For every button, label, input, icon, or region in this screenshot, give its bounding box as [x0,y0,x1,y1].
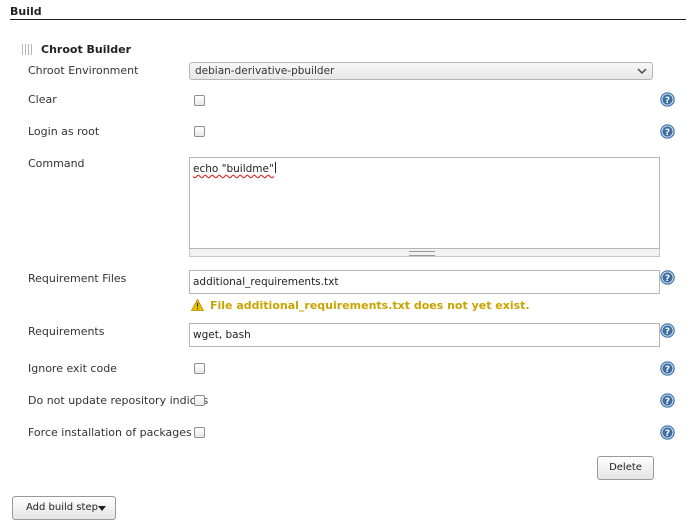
help-icon[interactable]: ? [660,124,675,139]
no-update-indices-checkbox[interactable] [194,395,205,406]
add-build-step-label: Add build step [26,502,98,513]
textarea-resize-handle[interactable] [189,249,660,257]
delete-button[interactable]: Delete [597,456,654,480]
text-caret [274,162,276,173]
ignore-exit-code-label: Ignore exit code [28,362,117,375]
svg-text:?: ? [665,429,670,439]
help-icon[interactable]: ? [660,270,675,285]
dropdown-triangle-icon [98,506,106,511]
warning-icon [191,299,204,311]
requirements-label: Requirements [28,325,105,338]
add-build-step-button[interactable]: Add build step [12,496,116,520]
warning-text: File additional_requirements.txt does no… [210,299,530,312]
help-icon[interactable]: ? [660,92,675,107]
login-as-root-label: Login as root [28,125,100,138]
clear-label: Clear [28,93,57,106]
svg-text:?: ? [665,327,670,337]
chroot-environment-label: Chroot Environment [28,64,139,77]
requirement-files-input[interactable]: additional_requirements.txt [189,270,660,294]
drag-handle-icon[interactable] [22,44,33,55]
builder-title: Chroot Builder [41,43,132,56]
chroot-environment-value: debian-derivative-pbuilder [195,65,335,77]
help-icon[interactable]: ? [660,361,675,376]
requirements-input[interactable]: wget, bash [189,323,660,347]
force-install-label: Force installation of packages [28,426,192,439]
help-icon[interactable]: ? [660,393,675,408]
clear-checkbox[interactable] [194,95,205,106]
svg-text:?: ? [665,128,670,138]
svg-text:?: ? [665,96,670,106]
login-as-root-checkbox[interactable] [194,126,205,137]
requirement-files-label: Requirement Files [28,272,127,285]
command-textarea[interactable]: echo "buildme" [189,157,660,249]
help-icon[interactable]: ? [660,425,675,440]
force-install-checkbox[interactable] [194,427,205,438]
section-title-build: Build [10,5,42,18]
svg-text:?: ? [665,274,670,284]
command-text: echo "buildme" [193,163,274,175]
resize-grip-icon [409,251,435,256]
section-divider [10,19,686,20]
svg-text:?: ? [665,365,670,375]
svg-text:?: ? [665,397,670,407]
no-update-indices-label: Do not update repository indices [28,394,209,407]
chevron-down-icon [637,68,647,74]
command-label: Command [28,157,85,170]
ignore-exit-code-checkbox[interactable] [194,363,205,374]
help-icon[interactable]: ? [660,323,675,338]
chroot-environment-select[interactable]: debian-derivative-pbuilder [189,62,653,80]
